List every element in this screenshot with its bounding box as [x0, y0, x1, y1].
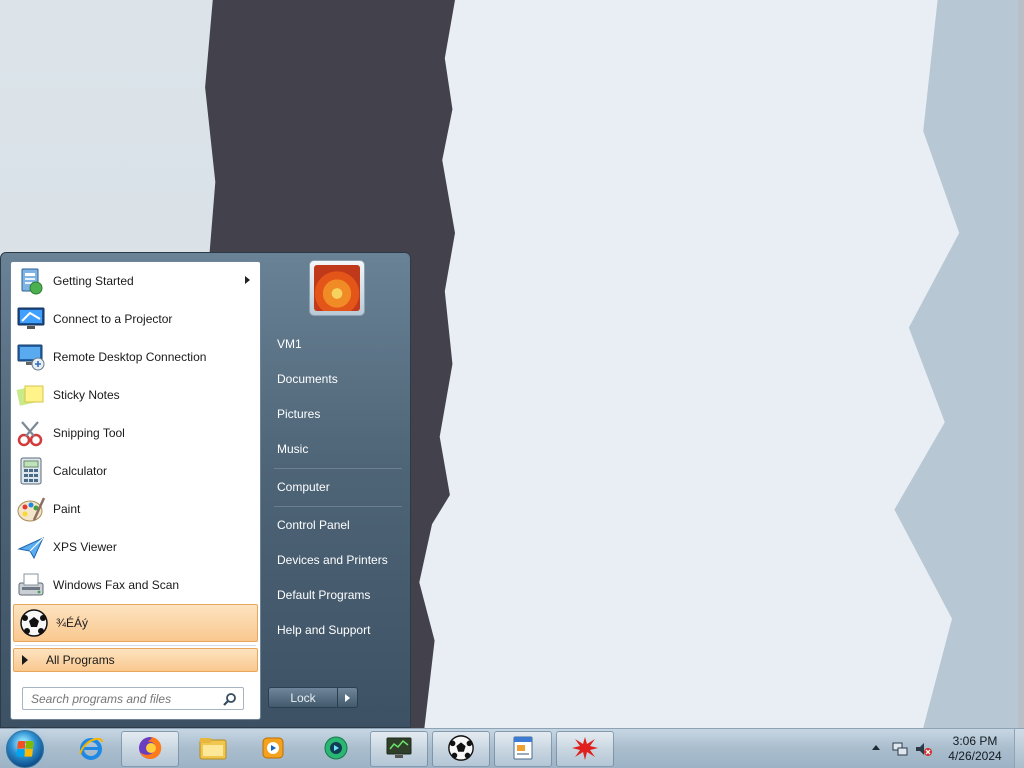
taskbar: 3:06 PM 4/26/2024 — [0, 728, 1024, 768]
sticky-notes-icon — [15, 379, 47, 411]
soccer-ball-icon — [447, 734, 475, 765]
getting-started-icon — [15, 265, 47, 297]
right-item-control-panel[interactable]: Control Panel — [268, 510, 406, 540]
start-menu: Getting Started Connect to a Projector R… — [0, 252, 411, 728]
all-programs-button[interactable]: All Programs — [13, 648, 258, 672]
program-label: Snipping Tool — [53, 426, 125, 440]
taskbar-splat-app[interactable] — [556, 731, 614, 767]
calculator-icon — [15, 455, 47, 487]
program-label: XPS Viewer — [53, 540, 117, 554]
media-player-icon — [259, 734, 287, 765]
right-item-user[interactable]: VM1 — [268, 329, 406, 359]
program-snipping-tool[interactable]: Snipping Tool — [11, 414, 260, 452]
windows-logo-icon — [16, 741, 34, 757]
taskbar-firefox[interactable] — [121, 731, 179, 767]
user-avatar[interactable] — [309, 260, 365, 316]
right-item-default-programs[interactable]: Default Programs — [268, 580, 406, 610]
programs-pane: Getting Started Connect to a Projector R… — [10, 261, 261, 720]
right-item-music[interactable]: Music — [268, 434, 406, 464]
taskbar-document-app[interactable] — [494, 731, 552, 767]
right-item-documents[interactable]: Documents — [268, 364, 406, 394]
program-calculator[interactable]: Calculator — [11, 452, 260, 490]
all-programs-label: All Programs — [46, 653, 115, 667]
submenu-arrow-icon[interactable] — [245, 276, 250, 284]
taskbar-monitor-app[interactable] — [370, 731, 428, 767]
right-item-devices-printers[interactable]: Devices and Printers — [268, 545, 406, 575]
right-separator — [274, 468, 402, 469]
taskbar-media-center[interactable] — [307, 731, 365, 767]
clock-date: 4/26/2024 — [948, 749, 1002, 763]
search-box[interactable] — [22, 687, 244, 710]
shutdown-options-button[interactable] — [337, 687, 358, 708]
program-xps-viewer[interactable]: XPS Viewer — [11, 528, 260, 566]
clock-time: 3:06 PM — [952, 734, 998, 748]
splat-app-icon — [570, 734, 600, 765]
desktop-edge-strip — [1018, 0, 1024, 728]
xps-viewer-icon — [15, 531, 47, 563]
avatar-flower-image — [314, 265, 360, 311]
program-label: Connect to a Projector — [53, 312, 173, 326]
media-center-icon — [321, 734, 351, 765]
program-getting-started[interactable]: Getting Started — [11, 262, 260, 300]
firefox-icon — [136, 734, 164, 765]
program-label: Getting Started — [53, 274, 134, 288]
wallpaper-right-shape — [894, 0, 1024, 728]
soccer-ball-icon — [18, 607, 50, 639]
network-icon[interactable] — [892, 741, 908, 760]
start-button[interactable] — [6, 730, 44, 768]
document-app-icon — [509, 734, 537, 765]
program-label: Remote Desktop Connection — [53, 350, 207, 364]
chevron-right-icon — [345, 693, 350, 702]
search-icon[interactable] — [223, 692, 237, 709]
program-label: ¾ÉÁý — [56, 616, 89, 630]
right-separator — [274, 506, 402, 507]
paint-icon — [15, 493, 47, 525]
monitor-app-icon — [384, 734, 414, 765]
program-paint[interactable]: Paint — [11, 490, 260, 528]
programs-separator — [15, 645, 256, 646]
clock[interactable]: 3:06 PM 4/26/2024 — [940, 734, 1010, 764]
volume-muted-icon[interactable] — [915, 741, 933, 760]
taskbar-file-explorer[interactable] — [184, 731, 242, 767]
all-programs-arrow-icon — [22, 655, 28, 665]
program-label: Calculator — [53, 464, 108, 478]
program-soccer-app[interactable]: ¾ÉÁý — [13, 604, 258, 642]
program-connect-projector[interactable]: Connect to a Projector — [11, 300, 260, 338]
program-fax-scan[interactable]: Windows Fax and Scan — [11, 566, 260, 604]
system-tray: 3:06 PM 4/26/2024 — [866, 729, 1024, 768]
file-explorer-icon — [198, 734, 228, 765]
show-desktop-button[interactable] — [1014, 729, 1024, 768]
program-remote-desktop[interactable]: Remote Desktop Connection — [11, 338, 260, 376]
snipping-tool-icon — [15, 417, 47, 449]
program-label: Sticky Notes — [53, 388, 120, 402]
taskbar-internet-explorer[interactable] — [62, 731, 120, 767]
internet-explorer-icon — [77, 734, 105, 765]
taskbar-soccer-app[interactable] — [432, 731, 490, 767]
right-item-computer[interactable]: Computer — [268, 472, 406, 502]
remote-desktop-icon — [15, 341, 47, 373]
fax-scan-icon — [15, 569, 47, 601]
right-item-pictures[interactable]: Pictures — [268, 399, 406, 429]
right-item-help-support[interactable]: Help and Support — [268, 615, 406, 645]
program-sticky-notes[interactable]: Sticky Notes — [11, 376, 260, 414]
show-hidden-icons-icon[interactable] — [872, 745, 880, 750]
projector-icon — [15, 303, 47, 335]
taskbar-media-player[interactable] — [244, 731, 302, 767]
program-label: Windows Fax and Scan — [53, 578, 180, 592]
search-input[interactable] — [31, 691, 211, 706]
program-list: Getting Started Connect to a Projector R… — [11, 262, 260, 642]
lock-button[interactable]: Lock — [268, 687, 338, 708]
program-label: Paint — [53, 502, 81, 516]
